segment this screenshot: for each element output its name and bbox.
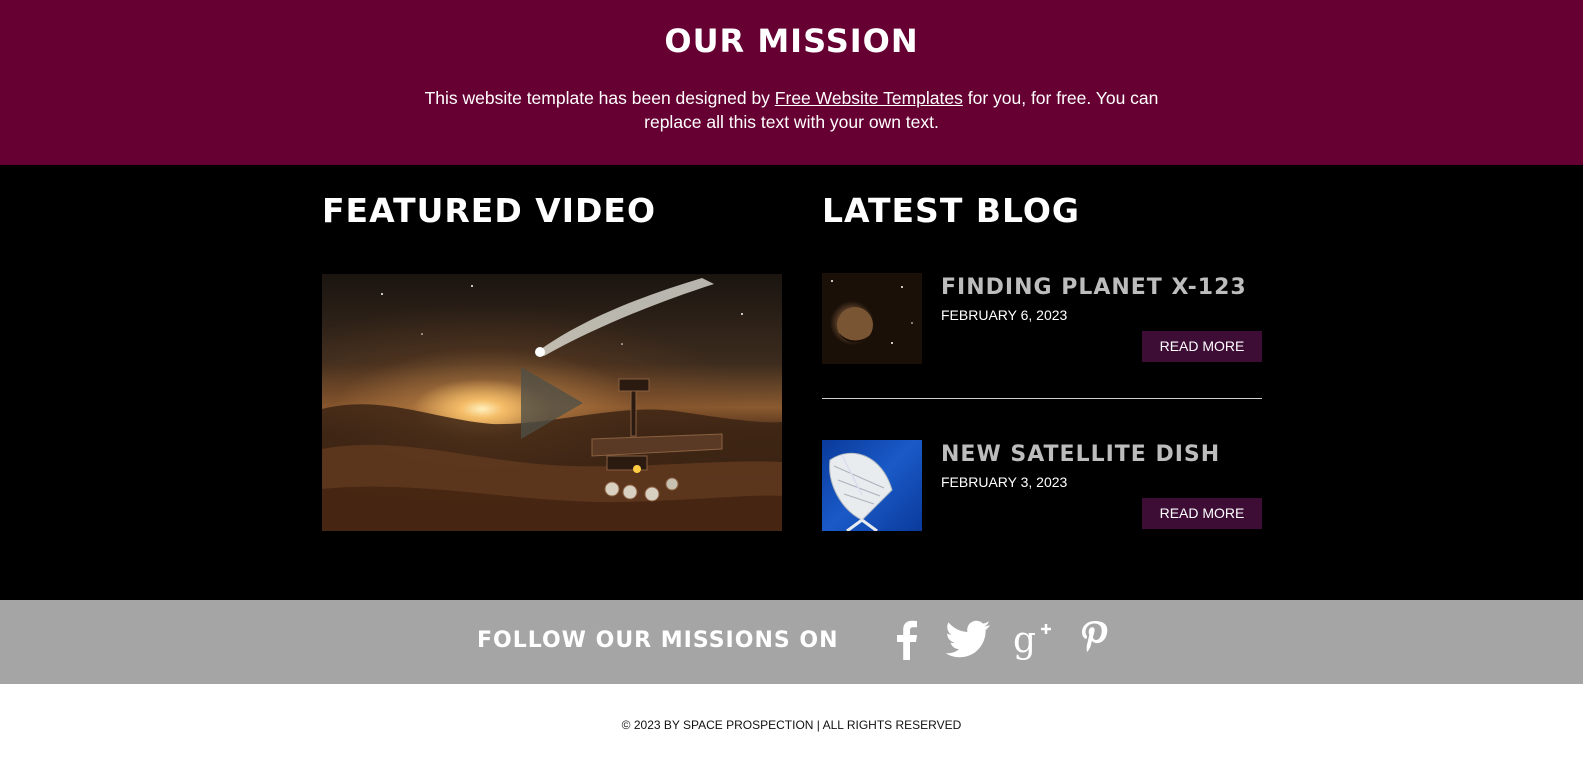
latest-blog-title: LATEST BLOG [822, 191, 1080, 230]
follow-label: FOLLOW OUR MISSIONS ON [477, 628, 839, 653]
post-date: FEBRUARY 6, 2023 [941, 307, 1068, 323]
play-icon[interactable] [521, 367, 583, 439]
twitter-icon[interactable] [945, 620, 991, 660]
pinterest-icon[interactable] [1079, 620, 1111, 660]
free-website-templates-link[interactable]: Free Website Templates [775, 88, 963, 108]
blog-divider [822, 398, 1262, 399]
post-date: FEBRUARY 3, 2023 [941, 474, 1068, 490]
footer: © 2023 BY SPACE PROSPECTION | ALL RIGHTS… [0, 684, 1583, 783]
featured-video-title: FEATURED VIDEO [322, 191, 657, 230]
follow-section: FOLLOW OUR MISSIONS ON g [0, 600, 1583, 684]
satellite-dish-thumbnail[interactable] [822, 440, 922, 531]
blog-post: FINDING PLANET X-123 FEBRUARY 6, 2023 RE… [822, 273, 1262, 365]
content-section: FEATURED VIDEO LATEST BLOG FINDING PLANE… [0, 165, 1583, 600]
svg-text:g: g [1013, 620, 1036, 660]
mission-text-before: This website template has been designed … [424, 88, 775, 108]
planet-thumbnail-art [831, 280, 913, 344]
blog-post: NEW SATELLITE DISH FEBRUARY 3, 2023 READ… [822, 440, 1262, 532]
copyright-text: © 2023 BY SPACE PROSPECTION | ALL RIGHTS… [621, 718, 962, 732]
featured-video-player[interactable] [322, 274, 782, 531]
mission-section: OUR MISSION This website template has be… [0, 0, 1583, 165]
facebook-icon[interactable] [894, 620, 918, 660]
post-title[interactable]: NEW SATELLITE DISH [941, 442, 1220, 467]
read-more-button[interactable]: READ MORE [1142, 498, 1262, 529]
mission-text: This website template has been designed … [400, 86, 1183, 134]
post-title[interactable]: FINDING PLANET X-123 [941, 275, 1247, 300]
read-more-button[interactable]: READ MORE [1142, 331, 1262, 362]
google-plus-icon[interactable]: g [1013, 620, 1053, 660]
mission-title: OUR MISSION [664, 22, 919, 60]
satellite-dish-art [829, 452, 893, 531]
planet-thumbnail[interactable] [822, 273, 922, 364]
